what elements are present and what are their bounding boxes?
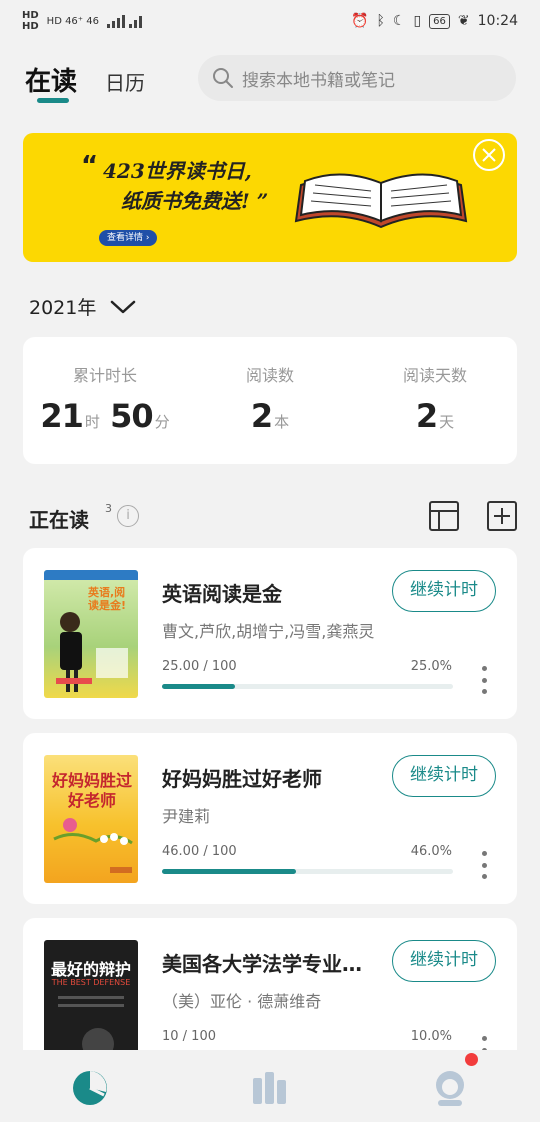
search-placeholder: 搜索本地书籍或笔记 — [242, 70, 395, 91]
progress-fill — [162, 684, 235, 689]
continue-timing-button[interactable]: 继续计时 — [392, 755, 496, 797]
book-author: 尹建莉 — [162, 807, 211, 826]
network-text: HD 46⁺ 46 — [46, 15, 99, 27]
chevron-down-icon — [111, 300, 136, 313]
stats-card: 累计时长 21 时 50 分 阅读数 2本 阅读天数 2天 — [23, 337, 517, 464]
open-book-icon — [294, 173, 468, 229]
promo-banner[interactable]: “ 423世界读书日, 纸质书免费送! ” 查看详情 › — [23, 133, 517, 262]
cover-title: 最好的辩护 — [50, 960, 131, 979]
book-card[interactable]: 英语,阅读是金! 英语阅读是金 曹文,芦欣,胡增宁,冯雪,龚燕灵 继续计时 25… — [23, 548, 517, 719]
stat-unit: 时 — [84, 413, 100, 431]
signal-icon — [106, 15, 142, 28]
year-label: 2021年 — [29, 297, 97, 319]
book-cover[interactable]: 好妈妈胜过好老师 — [44, 755, 138, 883]
year-selector[interactable]: 2021年 — [29, 293, 136, 320]
status-bar: HD HD HD 46⁺ 46 ⏰ ᛒ ☾ ▯ 66 ❦ 10:24 — [0, 0, 540, 42]
book-title: 好妈妈胜过好老师 — [162, 767, 322, 791]
continue-timing-button[interactable]: 继续计时 — [392, 940, 496, 982]
reading-stats-icon[interactable] — [70, 1068, 110, 1108]
section-title: 正在读 — [29, 508, 89, 532]
book-author: 曹文,芦欣,胡增宁,冯雪,龚燕灵 — [162, 622, 375, 641]
layout-toggle-icon[interactable] — [428, 500, 460, 532]
banner-detail-button[interactable]: 查看详情 › — [99, 230, 158, 246]
progress-text: 46.00 / 100 — [162, 844, 237, 859]
banner-quote-mark: “ — [81, 151, 99, 181]
stat-minutes: 50 — [110, 397, 154, 435]
section-count: 3 — [105, 502, 112, 515]
book-cover[interactable]: 最好的辩护 THE BEST DEFENSE — [44, 940, 138, 1068]
book-card[interactable]: 好妈妈胜过好老师 好妈妈胜过好老师 尹建莉 继续计时 46.00 / 100 4… — [23, 733, 517, 904]
status-right: ⏰ ᛒ ☾ ▯ 66 ❦ 10:24 — [351, 13, 518, 29]
stat-hours: 21 — [40, 397, 84, 435]
banner-line2: 纸质书免费送! ” — [121, 189, 269, 213]
notification-badge — [465, 1053, 478, 1066]
bluetooth-icon: ᛒ — [376, 13, 385, 29]
progress-percent: 10.0% — [410, 1029, 452, 1044]
reading-section-header: 正在读 3 i — [29, 498, 519, 538]
more-options-icon[interactable] — [477, 851, 491, 879]
tab-calendar[interactable]: 日历 — [105, 67, 145, 96]
stat-books-read: 阅读数 2本 — [188, 337, 352, 464]
progress-fill — [162, 869, 296, 874]
tab-indicator — [37, 98, 69, 103]
cover-title: 好妈妈胜过好老师 — [51, 771, 132, 810]
stat-unit: 天 — [439, 413, 455, 431]
vibrate-icon: ▯ — [413, 13, 422, 29]
info-icon[interactable]: i — [117, 505, 139, 527]
search-icon — [213, 68, 233, 88]
progress-percent: 25.0% — [410, 659, 452, 674]
battery-icon: 66 — [429, 13, 450, 29]
cover-title: 英语,阅读是金! — [88, 586, 127, 612]
progress-percent: 46.0% — [410, 844, 452, 859]
continue-timing-button[interactable]: 继续计时 — [392, 570, 496, 612]
stat-label: 阅读天数 — [402, 366, 467, 385]
progress-text: 25.00 / 100 — [162, 659, 237, 674]
book-author: （美）亚伦 · 德萧维奇 — [162, 992, 322, 1011]
stat-value: 2本 — [188, 397, 352, 435]
stat-label: 累计时长 — [72, 366, 137, 385]
profile-icon[interactable] — [430, 1068, 470, 1108]
close-icon — [482, 148, 496, 162]
banner-line1: 423世界读书日, — [103, 159, 252, 183]
bookshelf-icon[interactable] — [250, 1068, 290, 1108]
add-book-icon[interactable] — [486, 500, 518, 532]
stat-label: 阅读数 — [245, 366, 294, 385]
leaf-icon: ❦ — [457, 13, 470, 29]
progress-bar — [162, 684, 453, 689]
moon-icon: ☾ — [392, 13, 406, 29]
bottom-nav — [0, 1050, 540, 1122]
tab-reading[interactable]: 在读 — [25, 61, 77, 98]
network-indicators: HD HD HD 46⁺ 46 — [22, 10, 143, 32]
hd-icon: HD HD — [22, 10, 39, 32]
stat-reading-days: 阅读天数 2天 — [353, 337, 517, 464]
stat-unit: 分 — [154, 413, 170, 431]
stat-total-time: 累计时长 21 时 50 分 — [23, 337, 187, 464]
clock: 10:24 — [477, 13, 518, 29]
more-options-icon[interactable] — [477, 666, 491, 694]
progress-text: 10 / 100 — [162, 1029, 216, 1044]
stat-number: 2 — [415, 397, 438, 435]
stat-value: 21 时 50 分 — [23, 397, 187, 435]
stat-value: 2天 — [353, 397, 517, 435]
stat-number: 2 — [250, 397, 273, 435]
book-cover[interactable]: 英语,阅读是金! — [44, 570, 138, 698]
alarm-icon: ⏰ — [351, 13, 369, 29]
search-input[interactable]: 搜索本地书籍或笔记 — [198, 55, 516, 101]
cover-subtitle: THE BEST DEFENSE — [51, 978, 131, 987]
stat-unit: 本 — [274, 413, 290, 431]
book-title: 英语阅读是金 — [162, 582, 282, 606]
progress-bar — [162, 869, 453, 874]
header: 在读 日历 搜索本地书籍或笔记 — [0, 55, 540, 115]
banner-close-button[interactable] — [473, 139, 505, 171]
book-title: 美国各大学法学专业… — [162, 952, 362, 976]
